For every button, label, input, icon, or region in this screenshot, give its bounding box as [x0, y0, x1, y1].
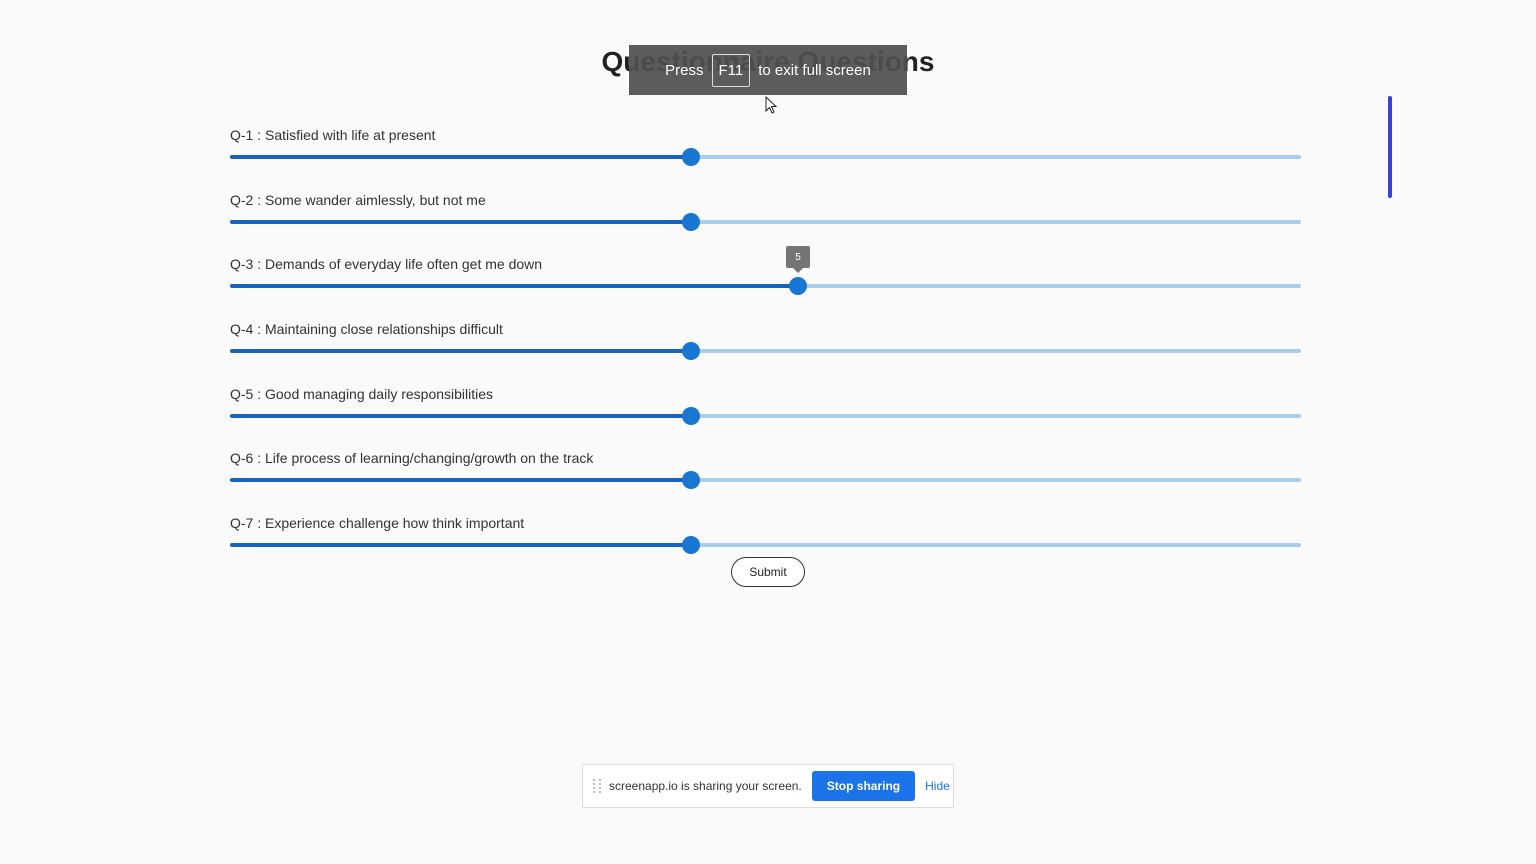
submit-button[interactable]: Submit	[731, 557, 805, 587]
question-item: Q-5 : Good managing daily responsibiliti…	[230, 384, 1301, 449]
slider-fill	[230, 478, 691, 483]
toast-key: F11	[711, 53, 751, 87]
question-item: Q-4 : Maintaining close relationships di…	[230, 319, 1301, 384]
screen-share-bar: screenapp.io is sharing your screen. Sto…	[582, 764, 954, 808]
question-label: Q-5 : Good managing daily responsibiliti…	[230, 385, 494, 402]
question-item: Q-2 : Some wander aimlessly, but not me	[230, 190, 1301, 255]
question-item: Q-1 : Satisfied with life at present	[230, 125, 1301, 190]
slider-thumb[interactable]	[789, 277, 807, 296]
question-label: Q-6 : Life process of learning/changing/…	[230, 450, 594, 467]
slider-fill	[230, 284, 798, 289]
slider-fill	[230, 349, 691, 354]
slider-track[interactable]	[230, 536, 1301, 555]
question-label: Q-4 : Maintaining close relationships di…	[230, 321, 503, 338]
slider-fill	[230, 219, 691, 224]
slider-thumb[interactable]	[682, 342, 700, 361]
slider-track[interactable]	[230, 342, 1301, 361]
slider-fill	[230, 543, 691, 548]
slider-thumb[interactable]	[682, 148, 700, 166]
scroll-indicator[interactable]	[1388, 96, 1392, 198]
slider-thumb[interactable]	[682, 471, 700, 490]
slider-thumb[interactable]	[682, 212, 700, 231]
page: Questionnaire Questions Press F11 to exi…	[0, 0, 1536, 864]
slider-value-label: 5	[786, 246, 810, 274]
question-item: Q-3 : Demands of everyday life often get…	[230, 246, 1301, 319]
question-item: Q-6 : Life process of learning/changing/…	[230, 448, 1301, 513]
slider-fill	[230, 155, 691, 159]
slider-track[interactable]	[230, 212, 1301, 231]
slider-track[interactable]: 5	[230, 246, 1301, 296]
question-label: Q-7 : Experience challenge how think imp…	[230, 515, 525, 532]
slider-thumb[interactable]	[682, 406, 700, 425]
question-label: Q-2 : Some wander aimlessly, but not me	[230, 191, 486, 208]
toast-rest-text: to exit full screen	[758, 61, 871, 79]
question-label: Q-3 : Demands of everyday life often get…	[230, 256, 543, 273]
slider-track[interactable]	[230, 406, 1301, 425]
toast-press-text: Press	[665, 61, 704, 79]
drag-handle-icon[interactable]	[593, 779, 601, 793]
stop-sharing-button[interactable]: Stop sharing	[811, 771, 916, 801]
slider-track[interactable]	[230, 471, 1301, 490]
hide-link[interactable]: Hide	[925, 779, 950, 793]
slider-thumb[interactable]	[682, 536, 700, 555]
slider-fill	[230, 413, 691, 418]
fullscreen-toast: Press F11 to exit full screen	[629, 45, 907, 95]
question-label: Q-1 : Satisfied with life at present	[230, 127, 436, 143]
question-list: Q-1 : Satisfied with life at present Q-2 …	[230, 125, 1301, 578]
slider-track[interactable]	[230, 148, 1301, 166]
share-message: screenapp.io is sharing your screen.	[609, 779, 802, 793]
